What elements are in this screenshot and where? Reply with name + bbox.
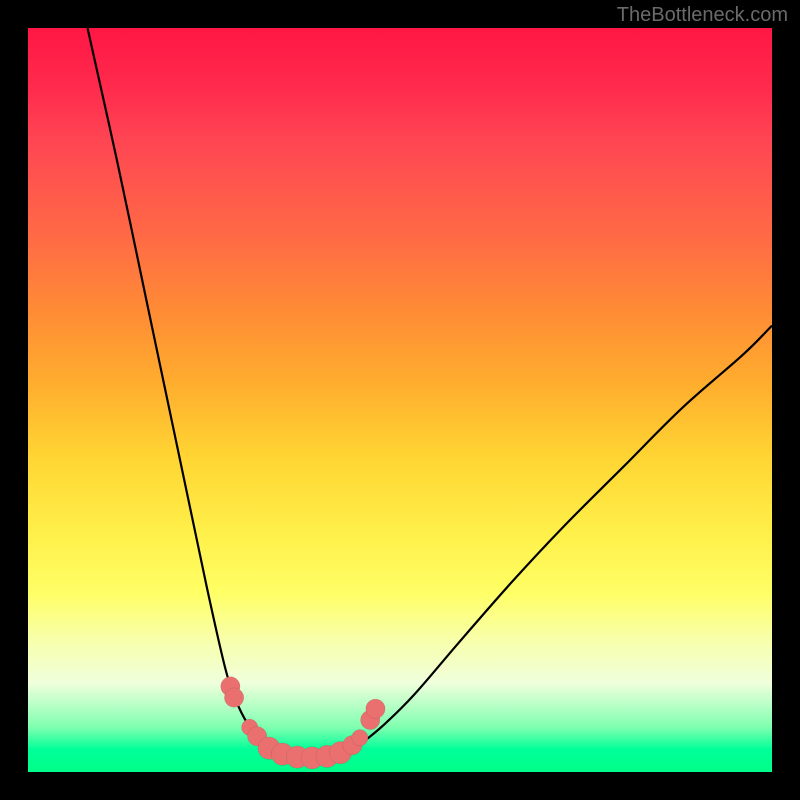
marker-point <box>352 730 368 746</box>
marker-point <box>366 699 385 718</box>
marker-group <box>221 677 385 769</box>
curve-line <box>88 28 772 758</box>
marker-point <box>224 688 243 707</box>
watermark-label: TheBottleneck.com <box>617 4 788 27</box>
plot-area <box>28 28 772 772</box>
chart-svg <box>28 28 772 772</box>
